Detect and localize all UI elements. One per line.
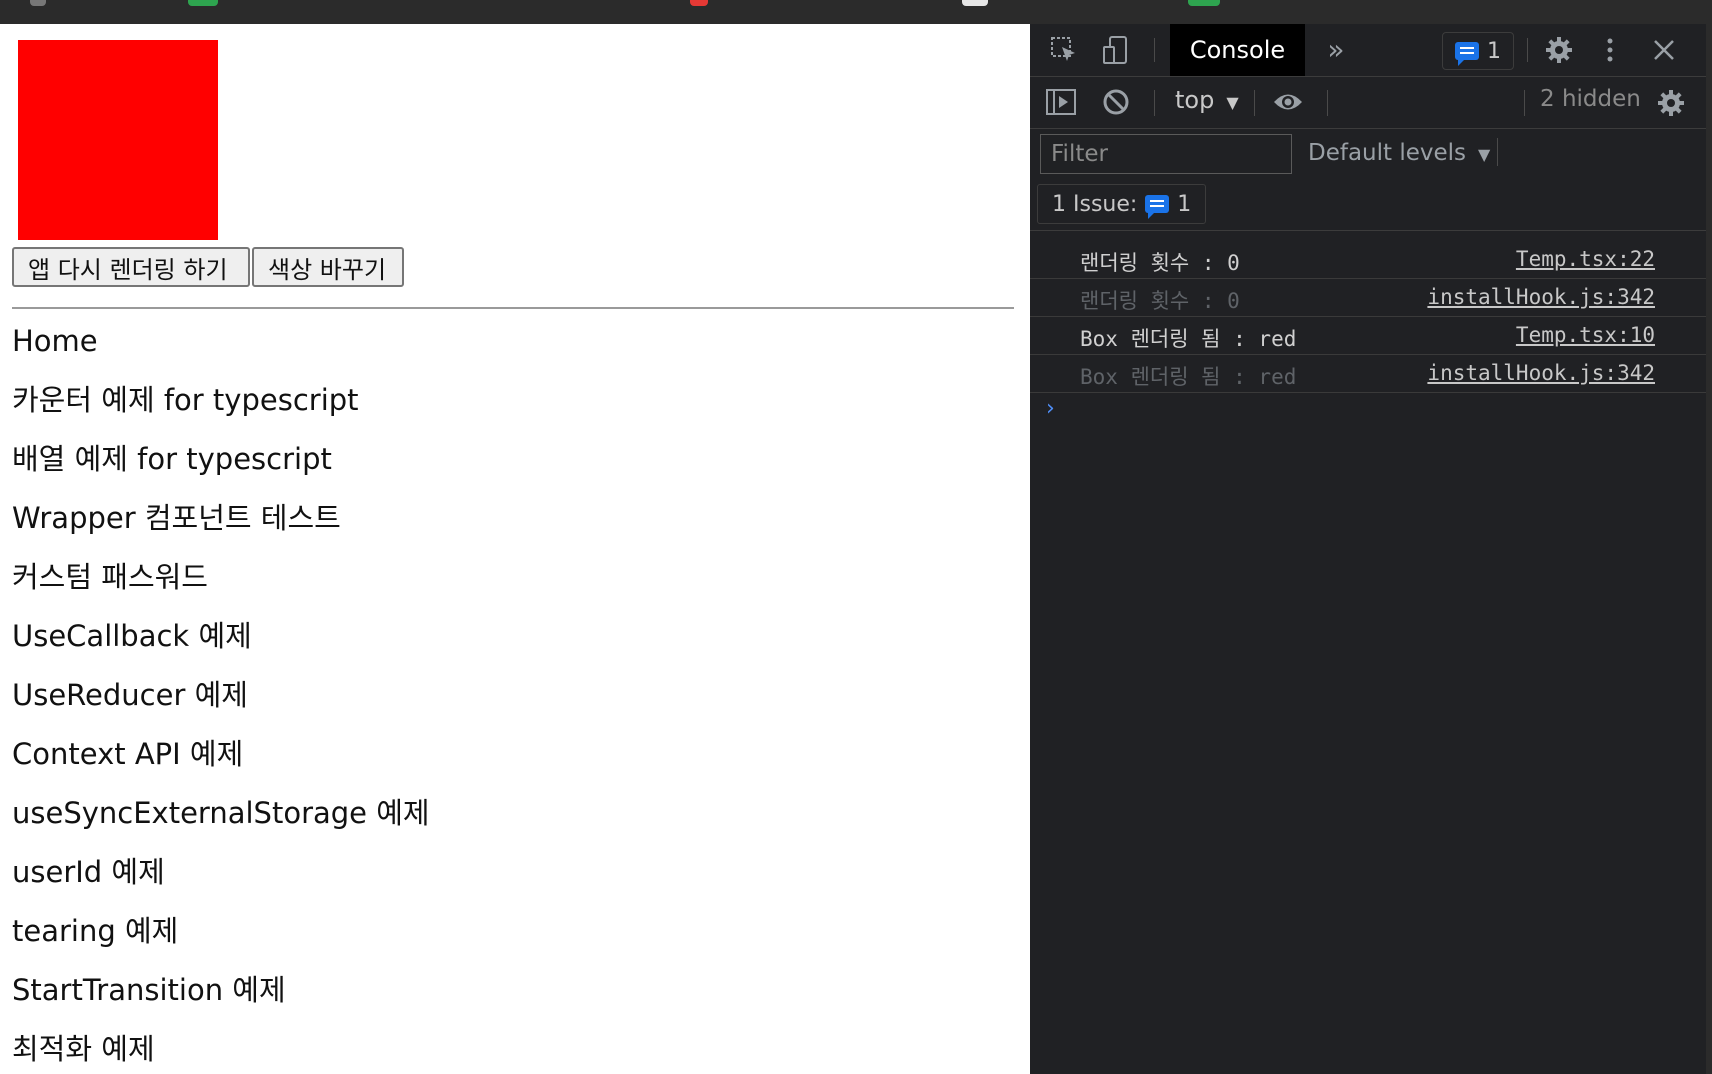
console-toolbar: top ▼ 2 hidden: [1030, 76, 1712, 129]
log-source-link[interactable]: installHook.js:342: [1427, 361, 1655, 385]
nav-link-array[interactable]: 배열 예제 for typescript: [12, 442, 430, 501]
nav-link-wrapper[interactable]: Wrapper 컴포넌트 테스트: [12, 501, 430, 560]
message-icon: [1455, 42, 1479, 66]
separator: [1527, 38, 1528, 62]
log-message: Box 렌더링 됨 : red: [1080, 365, 1297, 389]
devtools-tab-bar: Console » 1: [1030, 24, 1712, 77]
scrollbar-track[interactable]: [1706, 24, 1712, 1074]
separator: [1524, 90, 1525, 116]
log-message: Box 렌더링 됨 : red: [1080, 327, 1297, 351]
inspect-element-icon[interactable]: [1048, 34, 1080, 66]
context-selector[interactable]: top ▼: [1175, 86, 1239, 114]
nav-link-optimization[interactable]: 최적화 예제: [12, 1032, 430, 1074]
filter-input[interactable]: Filter: [1040, 134, 1292, 174]
separator: [1254, 90, 1255, 116]
chevron-down-icon: ▼: [1478, 145, 1491, 164]
console-log-row: 랜더링 횟수 : 0 installHook.js:342: [1030, 278, 1712, 317]
browser-top-bar: [0, 0, 1712, 24]
nav-link-usecallback[interactable]: UseCallback 예제: [12, 619, 430, 678]
console-log-row: 랜더링 횟수 : 0 Temp.tsx:22: [1030, 240, 1712, 279]
devtools-panel: Console » 1 top ▼ 2 hidden Filter Defaul…: [1030, 24, 1712, 1074]
clear-console-icon[interactable]: [1100, 86, 1132, 118]
button-row: 앱 다시 렌더링 하기 색상 바꾸기: [12, 247, 404, 287]
log-source-link[interactable]: Temp.tsx:22: [1516, 247, 1655, 271]
console-prompt[interactable]: ›: [1046, 396, 1055, 421]
console-settings-gear-icon[interactable]: [1654, 86, 1688, 120]
settings-gear-icon[interactable]: [1541, 32, 1577, 68]
issues-label: 1 Issue:: [1052, 191, 1138, 217]
change-color-button[interactable]: 색상 바꾸기: [252, 247, 404, 287]
nav-link-starttransition[interactable]: StartTransition 예제: [12, 973, 430, 1032]
nav-link-usesyncexternalstorage[interactable]: useSyncExternalStorage 예제: [12, 796, 430, 855]
tab-indicator: [1188, 0, 1220, 6]
separator: [1154, 38, 1155, 62]
console-log-row: Box 렌더링 됨 : red Temp.tsx:10: [1030, 316, 1712, 355]
nav-link-custom-password[interactable]: 커스텀 패스워드: [12, 560, 430, 619]
nav-link-counter[interactable]: 카운터 예제 for typescript: [12, 383, 430, 442]
hidden-messages-count: 2 hidden: [1540, 86, 1641, 112]
tab-indicator: [690, 0, 708, 6]
divider: [12, 307, 1014, 309]
nav-link-usereducer[interactable]: UseReducer 예제: [12, 678, 430, 737]
close-icon[interactable]: [1646, 32, 1682, 68]
more-options-icon[interactable]: [1600, 32, 1620, 68]
nav-link-userid[interactable]: userId 예제: [12, 855, 430, 914]
app-page: 앱 다시 렌더링 하기 색상 바꾸기 Home 카운터 예제 for types…: [0, 24, 1030, 1074]
log-source-link[interactable]: Temp.tsx:10: [1516, 323, 1655, 347]
context-selector-label: top: [1175, 86, 1215, 114]
rerender-app-button[interactable]: 앱 다시 렌더링 하기: [12, 247, 250, 287]
tab-indicator: [188, 0, 218, 6]
log-message: 랜더링 횟수 : 0: [1080, 251, 1240, 275]
tab-indicator: [30, 0, 46, 6]
more-tabs-icon[interactable]: »: [1320, 32, 1352, 66]
issues-row: 1 Issue: 1: [1030, 178, 1712, 231]
message-icon: [1145, 195, 1170, 219]
color-box: [18, 40, 218, 240]
tab-console[interactable]: Console: [1170, 24, 1305, 76]
tab-indicator: [962, 0, 988, 6]
sidebar-toggle-icon[interactable]: [1044, 86, 1078, 118]
eye-icon[interactable]: [1270, 86, 1306, 118]
nav-link-context-api[interactable]: Context API 예제: [12, 737, 430, 796]
separator: [1154, 90, 1155, 116]
nav-link-tearing[interactable]: tearing 예제: [12, 914, 430, 973]
log-source-link[interactable]: installHook.js:342: [1427, 285, 1655, 309]
issues-badge-count: 1: [1487, 38, 1501, 64]
filter-row: Filter Default levels ▼: [1030, 128, 1712, 178]
issues-badge[interactable]: 1: [1442, 32, 1514, 70]
log-levels-dropdown[interactable]: Default levels ▼: [1308, 140, 1490, 166]
log-levels-label: Default levels: [1308, 140, 1467, 166]
separator: [1327, 90, 1328, 116]
log-message: 랜더링 횟수 : 0: [1080, 289, 1240, 313]
nav-link-home[interactable]: Home: [12, 324, 430, 383]
separator: [1497, 138, 1498, 166]
chevron-down-icon: ▼: [1226, 93, 1239, 112]
device-toolbar-icon[interactable]: [1100, 34, 1132, 66]
issues-button[interactable]: 1 Issue: 1: [1037, 184, 1207, 224]
nav-list: Home 카운터 예제 for typescript 배열 예제 for typ…: [12, 324, 430, 1074]
issues-count: 1: [1177, 191, 1192, 217]
console-log-row: Box 렌더링 됨 : red installHook.js:342: [1030, 354, 1712, 393]
